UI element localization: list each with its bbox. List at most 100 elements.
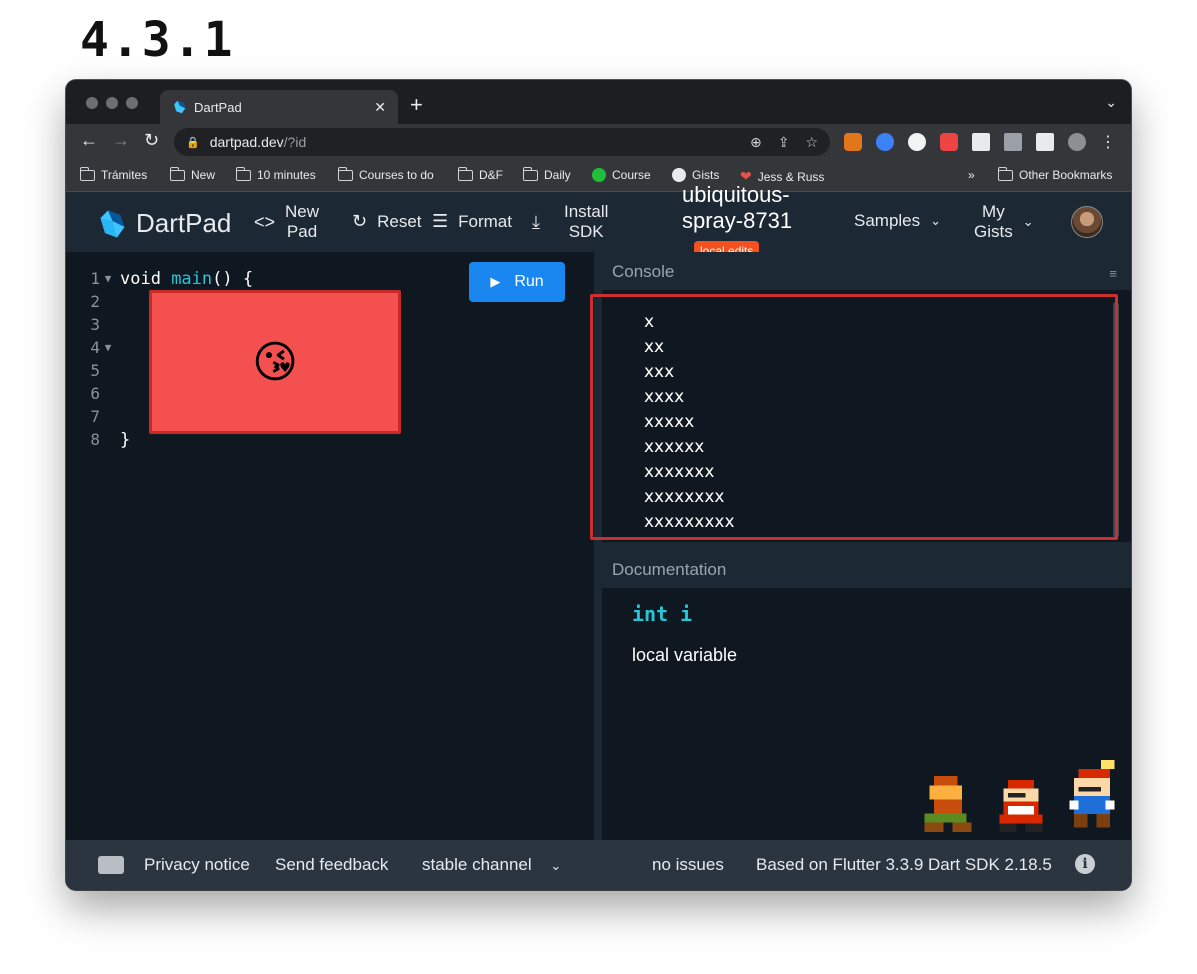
avatar[interactable] xyxy=(1071,206,1103,238)
puzzle-extensions-icon[interactable] xyxy=(972,133,990,151)
my-gists-dropdown[interactable]: My Gists ⌄ xyxy=(974,202,1034,242)
close-window-button[interactable] xyxy=(86,97,98,109)
bookmark-item[interactable]: Trámites xyxy=(79,166,148,182)
play-icon: ▶ xyxy=(490,274,501,289)
code-line[interactable]: 8} xyxy=(66,428,130,451)
line-number: 7 xyxy=(90,407,100,426)
samples-dropdown[interactable]: Samples ⌄ xyxy=(854,211,941,231)
bookmark-item[interactable]: D&F xyxy=(457,166,503,182)
status-footer: Privacy notice Send feedback stable chan… xyxy=(66,840,1131,890)
zoom-icon[interactable]: ⊕ xyxy=(750,134,762,151)
browser-menu-icon[interactable]: ⋮ xyxy=(1100,132,1116,152)
folder-icon xyxy=(337,166,353,181)
clear-console-icon[interactable]: ≡ xyxy=(1109,266,1117,281)
download-icon: ⤓ xyxy=(532,211,540,232)
install-sdk-button[interactable]: ⤓ Install SDK xyxy=(532,202,608,242)
line-number: 8 xyxy=(90,430,100,449)
back-arrow-icon[interactable]: ← xyxy=(80,130,98,151)
bookmark-label: Trámites xyxy=(101,168,148,182)
bookmark-label: Courses to do xyxy=(359,168,434,182)
code-editor[interactable]: 1 ▼ void main() { 2 3 4 ▼ 5 6 7 8} 😘 ▶ Run xyxy=(66,252,594,840)
new-tab-button[interactable]: + xyxy=(410,92,423,118)
code-function: main xyxy=(171,268,213,289)
tab-bar: DartPad ✕ + ⌄ xyxy=(66,80,1131,124)
code-line[interactable]: 2 xyxy=(66,290,100,313)
pad-name[interactable]: ubiquitous- spray-8731 xyxy=(682,182,793,234)
bookmark-item[interactable]: 10 minutes xyxy=(235,166,316,182)
code-line[interactable]: 1 ▼ void main() { xyxy=(66,267,253,290)
reset-label: Reset xyxy=(377,211,422,231)
reload-icon[interactable]: ↻ xyxy=(144,130,159,151)
forward-arrow-icon[interactable]: → xyxy=(112,130,130,151)
bookmark-item[interactable]: Gists xyxy=(672,168,719,182)
line-number: 4 xyxy=(90,338,100,357)
send-feedback-link[interactable]: Send feedback xyxy=(275,855,388,875)
bookmark-star-icon[interactable]: ☆ xyxy=(805,134,818,151)
code-line[interactable]: 4 ▼ xyxy=(66,336,116,359)
format-button[interactable]: ☰ Format xyxy=(432,211,512,232)
console-title: Console xyxy=(612,262,675,281)
url-path: /?id xyxy=(283,134,307,150)
bookmark-label: 10 minutes xyxy=(257,168,316,182)
line-number: 2 xyxy=(90,292,100,311)
documentation-title: Documentation xyxy=(612,560,727,579)
close-tab-icon[interactable]: ✕ xyxy=(374,99,386,116)
folder-icon xyxy=(522,166,538,181)
browser-tab[interactable]: DartPad ✕ xyxy=(160,90,398,124)
line-number: 6 xyxy=(90,384,100,403)
bookmark-item[interactable]: Courses to do xyxy=(337,166,434,182)
privacy-notice-link[interactable]: Privacy notice xyxy=(144,855,250,875)
horizontal-splitter[interactable] xyxy=(602,542,1131,550)
pen-extension-icon[interactable] xyxy=(876,133,894,151)
address-bar[interactable]: 🔒 dartpad.dev/?id ⊕ ⇪ ☆ xyxy=(174,128,830,156)
media-queue-icon[interactable] xyxy=(1004,133,1022,151)
folder-icon xyxy=(997,166,1013,181)
zoom-window-button[interactable] xyxy=(126,97,138,109)
minimize-window-button[interactable] xyxy=(106,97,118,109)
new-pad-button[interactable]: <> New Pad xyxy=(254,202,319,242)
chevron-down-icon: ⌄ xyxy=(1022,214,1034,229)
line-number: 3 xyxy=(90,315,100,334)
pad-name-line: spray-8731 xyxy=(682,208,793,233)
code-line[interactable]: 3 xyxy=(66,313,100,336)
logo-text: DartPad xyxy=(136,208,232,238)
code-line[interactable]: 7 xyxy=(66,405,100,428)
github-icon xyxy=(672,168,686,182)
run-button[interactable]: ▶ Run xyxy=(469,262,565,302)
clickup-extension-icon[interactable] xyxy=(940,133,958,151)
pad-name-line: ubiquitous- xyxy=(682,182,790,207)
bookmarks-bar: Trámites New 10 minutes Courses to do D&… xyxy=(66,160,1131,192)
other-bookmarks[interactable]: Other Bookmarks xyxy=(997,166,1112,182)
line-number: 5 xyxy=(90,361,100,380)
documentation-header: Documentation xyxy=(602,550,1131,588)
side-panel-icon[interactable] xyxy=(1036,133,1054,151)
code-line[interactable]: 5 xyxy=(66,359,100,382)
channel-dropdown[interactable]: stable channel ⌄ xyxy=(422,855,561,875)
dartpad-header: DartPad <> New Pad ↻ Reset ☰ Format ⤓ Ins… xyxy=(66,182,1131,261)
code-text: () { xyxy=(212,268,254,289)
profile-avatar-icon[interactable] xyxy=(1068,133,1086,151)
fold-arrow-icon[interactable]: ▼ xyxy=(100,272,116,285)
bookmark-label: Course xyxy=(612,168,651,182)
fold-arrow-icon[interactable]: ▼ xyxy=(100,341,116,354)
share-icon[interactable]: ⇪ xyxy=(778,134,790,151)
doc-kind: local variable xyxy=(632,645,738,665)
circle-extension-icon[interactable] xyxy=(908,133,926,151)
bookmark-item[interactable]: New xyxy=(169,166,215,182)
bookmark-label: Daily xyxy=(544,168,571,182)
bookmarks-overflow-button[interactable]: » xyxy=(968,168,975,182)
info-icon[interactable]: i xyxy=(1075,854,1095,874)
documentation-panel: Documentation int i local variable xyxy=(602,550,1131,840)
bookmark-item[interactable]: Daily xyxy=(522,166,571,182)
chevron-down-icon: ⌄ xyxy=(930,213,942,228)
keyboard-icon[interactable] xyxy=(98,856,124,874)
bookmark-item[interactable]: Course xyxy=(592,168,651,182)
tab-search-chevron-icon[interactable]: ⌄ xyxy=(1105,94,1117,111)
chevron-down-icon: ⌄ xyxy=(550,858,562,873)
code-line[interactable]: 6 xyxy=(66,382,100,405)
install-sdk-label: SDK xyxy=(568,222,604,241)
dartpad-logo[interactable]: DartPad xyxy=(96,208,231,239)
reset-button[interactable]: ↻ Reset xyxy=(352,211,422,232)
issues-status: no issues xyxy=(652,855,724,874)
metamask-extension-icon[interactable] xyxy=(844,133,862,151)
